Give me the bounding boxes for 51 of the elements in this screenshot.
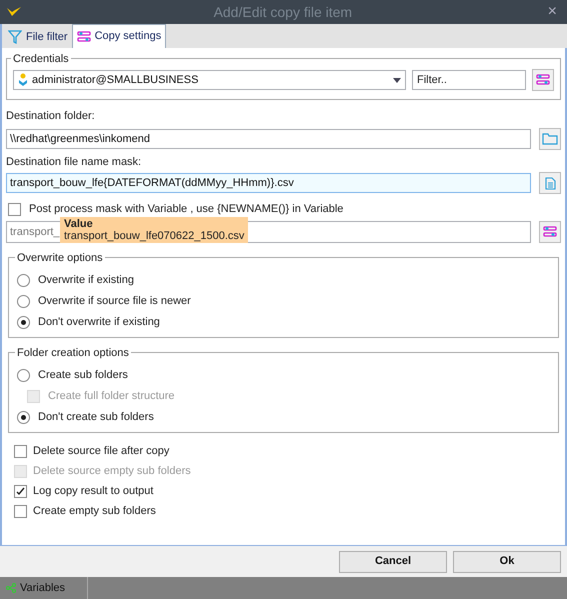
tooltip-title: Value: [64, 218, 93, 230]
checkbox[interactable]: [14, 504, 27, 518]
field-label: Destination file name mask:: [6, 155, 142, 170]
group-title: Folder creation options: [15, 345, 131, 362]
filter-field[interactable]: Filter..: [412, 70, 526, 90]
option-label: Log copy result to output: [33, 484, 154, 499]
dropdown-arrow-icon: [393, 78, 401, 82]
field-label: Destination folder:: [6, 109, 96, 124]
file-mask-field[interactable]: transport_bouw_lfe{DATEFORMAT(ddMMyy_HHmm)}.csv: [6, 173, 531, 193]
option-label: Delete source empty sub folders: [33, 464, 191, 479]
option-label: Don't create sub folders: [38, 410, 154, 426]
variable-button[interactable]: [539, 221, 561, 243]
option-label: Overwrite if existing: [38, 273, 134, 288]
checkbox[interactable]: [14, 444, 27, 458]
tooltip-value: transport_bouw_lfe070622_1500.csv: [64, 230, 244, 242]
option-label: Don't overwrite if existing: [38, 315, 160, 330]
radio-button[interactable]: [17, 411, 30, 424]
close-button[interactable]: ×: [544, 0, 561, 24]
folder-button[interactable]: [539, 128, 561, 150]
account-dropdown[interactable]: administrator@SMALLBUSINESS: [13, 70, 406, 90]
user-icon: [18, 73, 28, 87]
dialog-button[interactable]: Ok: [453, 550, 561, 572]
option-label: Post process mask with Variable , use {NEWNAME()} in Variable: [29, 202, 344, 217]
radio-button[interactable]: [17, 316, 30, 329]
document-icon: [544, 176, 556, 190]
logo-icon: [6, 6, 22, 18]
radio-button[interactable]: [17, 274, 30, 287]
window-title: Add/Edit copy file item: [212, 2, 354, 22]
option-label: Create sub folders: [38, 368, 128, 384]
radio-button[interactable]: [17, 295, 30, 308]
variables-button[interactable]: Variables: [0, 577, 88, 599]
option-label: Create empty sub folders: [33, 504, 156, 519]
dialog-button[interactable]: Cancel: [339, 550, 447, 572]
group-title: Overwrite options: [15, 250, 105, 266]
nodes-icon: [6, 583, 16, 593]
document-button[interactable]: [539, 172, 561, 194]
option-label: Create full folder structure: [48, 389, 175, 404]
tab[interactable]: Copy settings: [72, 24, 166, 48]
checkbox[interactable]: [14, 484, 27, 498]
settings-button[interactable]: [532, 69, 554, 91]
radio-button[interactable]: [17, 369, 30, 382]
checkbox[interactable]: [8, 202, 21, 216]
sliders-icon: [543, 226, 557, 238]
option-label: Overwrite if source file is newer: [38, 294, 191, 310]
sliders-icon: [76, 30, 91, 42]
tab[interactable]: File filter: [4, 26, 72, 48]
option-label: Delete source file after copy: [33, 444, 170, 459]
filter-icon: [8, 30, 22, 44]
folder-field[interactable]: \\redhat\greenmes\inkomend: [6, 129, 531, 149]
sliders-icon: [536, 74, 550, 86]
folder-icon: [542, 133, 558, 145]
